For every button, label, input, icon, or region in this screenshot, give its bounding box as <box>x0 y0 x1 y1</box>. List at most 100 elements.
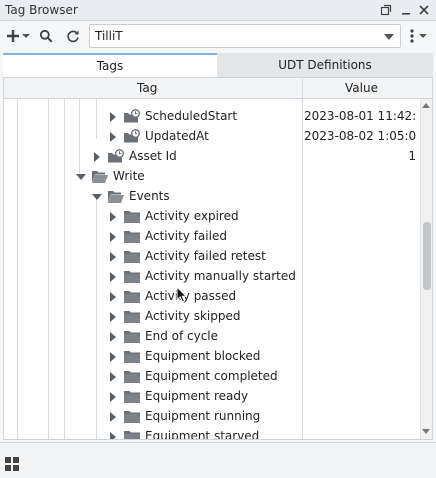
folder-icon <box>124 291 140 303</box>
folder-label: Equipment starved <box>145 429 260 439</box>
collapse-arrow-icon[interactable] <box>76 174 86 180</box>
folder-label: End of cycle <box>145 329 219 343</box>
tag-value: 2023-08-01 11:42:... <box>304 109 416 123</box>
folder-label: Activity failed <box>145 229 227 243</box>
tag-label: Asset Id <box>129 149 177 163</box>
chevron-down-icon[interactable] <box>21 26 31 46</box>
table-row[interactable]: Activity expired <box>4 207 419 227</box>
table-row[interactable]: Activity manually started <box>4 267 419 287</box>
folder-icon <box>124 311 140 323</box>
vertical-scrollbar[interactable] <box>420 99 432 439</box>
folder-label: Activity failed retest <box>145 249 266 263</box>
expand-arrow-icon[interactable] <box>110 132 116 142</box>
table-row[interactable]: Write <box>4 167 419 187</box>
expand-arrow-icon[interactable] <box>110 412 116 422</box>
vertical-dots-icon[interactable] <box>405 26 419 46</box>
folder-icon <box>124 351 140 363</box>
table-row[interactable]: Equipment completed <box>4 367 419 387</box>
scroll-down-icon[interactable] <box>422 429 430 434</box>
expand-arrow-icon[interactable] <box>110 432 116 439</box>
expand-arrow-icon[interactable] <box>110 372 116 382</box>
tag-provider-select[interactable]: TilliT <box>89 24 401 48</box>
column-header-value[interactable]: Value <box>345 81 378 95</box>
table-row[interactable]: Equipment blocked <box>4 347 419 367</box>
search-icon[interactable] <box>37 26 55 46</box>
close-icon[interactable] <box>416 2 432 18</box>
expand-arrow-icon[interactable] <box>110 112 116 122</box>
folder-label: Activity passed <box>145 289 237 303</box>
expand-arrow-icon[interactable] <box>110 272 116 282</box>
udt-instance-icon <box>124 129 140 143</box>
folder-label: Equipment blocked <box>145 349 261 363</box>
folder-label: Activity skipped <box>145 309 241 323</box>
folder-open-icon <box>108 191 124 203</box>
folder-icon <box>124 391 140 403</box>
table-row[interactable]: Activity failed retest <box>4 247 419 267</box>
folder-label: Events <box>129 189 170 203</box>
udt-instance-icon <box>108 149 124 163</box>
tag-value: 2023-08-02 1:05:0... <box>304 129 416 143</box>
tab-udt-definitions[interactable]: UDT Definitions <box>217 53 433 77</box>
window-title: Tag Browser <box>5 3 78 17</box>
tag-label: ScheduledStart <box>145 109 238 123</box>
expand-arrow-icon[interactable] <box>110 292 116 302</box>
folder-icon <box>124 271 140 283</box>
table-row[interactable]: Asset Id 1 <box>4 147 419 167</box>
restore-window-icon[interactable] <box>378 2 394 18</box>
table-row[interactable]: Equipment running <box>4 407 419 427</box>
folder-icon <box>124 431 140 439</box>
folder-label: Equipment ready <box>145 389 249 403</box>
grid-layout-icon[interactable] <box>5 457 19 471</box>
refresh-icon[interactable] <box>64 26 82 46</box>
status-bar <box>0 442 436 478</box>
folder-label: Activity manually started <box>145 269 296 283</box>
folder-icon <box>124 251 140 263</box>
tab-strip: Tags UDT Definitions <box>0 53 436 77</box>
folder-label: Equipment completed <box>145 369 278 383</box>
table-row[interactable]: UpdatedAt 2023-08-02 1:05:0... <box>4 127 419 147</box>
scroll-up-icon[interactable] <box>422 103 430 108</box>
tag-label: UpdatedAt <box>145 129 209 143</box>
table-row[interactable]: Events <box>4 187 419 207</box>
folder-icon <box>124 331 140 343</box>
expand-arrow-icon[interactable] <box>110 252 116 262</box>
collapse-arrow-icon[interactable] <box>92 194 102 200</box>
tag-browser-window: Tag Browser TilliT Tags UDT Definitions … <box>0 0 436 478</box>
expand-arrow-icon[interactable] <box>94 152 100 162</box>
title-bar: Tag Browser <box>0 0 436 21</box>
column-header-tag[interactable]: Tag <box>137 81 157 95</box>
scrollbar-thumb[interactable] <box>423 222 431 290</box>
expand-arrow-icon[interactable] <box>110 392 116 402</box>
expand-arrow-icon[interactable] <box>110 332 116 342</box>
folder-label: Write <box>113 169 145 183</box>
table-row[interactable]: Activity failed <box>4 227 419 247</box>
table-row[interactable]: ScheduledStart 2023-08-01 11:42:... <box>4 107 419 127</box>
expand-arrow-icon[interactable] <box>110 232 116 242</box>
expand-arrow-icon[interactable] <box>110 312 116 322</box>
tab-tags[interactable]: Tags <box>3 53 217 77</box>
expand-arrow-icon[interactable] <box>110 212 116 222</box>
table-row[interactable]: Equipment ready <box>4 387 419 407</box>
folder-label: Equipment running <box>145 409 261 423</box>
provider-value: TilliT <box>95 29 123 43</box>
folder-icon <box>124 211 140 223</box>
provider-dropdown-icon[interactable] <box>384 34 394 40</box>
tag-table: Tag Value ScheduledStart 2023-08-01 11:4… <box>3 77 433 440</box>
table-row[interactable]: Equipment starved <box>4 427 419 439</box>
folder-open-icon <box>92 171 108 183</box>
table-row[interactable]: Activity skipped <box>4 307 419 327</box>
udt-instance-icon <box>124 109 140 123</box>
folder-icon <box>124 231 140 243</box>
minimize-icon[interactable] <box>398 2 414 18</box>
folder-icon <box>124 411 140 423</box>
expand-arrow-icon[interactable] <box>110 352 116 362</box>
plus-icon[interactable] <box>5 26 21 46</box>
tag-value: 1 <box>408 149 416 163</box>
table-header: Tag Value <box>4 78 432 99</box>
table-row[interactable]: End of cycle <box>4 327 419 347</box>
more-dropdown-icon[interactable] <box>418 26 428 46</box>
table-row[interactable]: Activity passed <box>4 287 419 307</box>
folder-icon <box>124 371 140 383</box>
mouse-cursor-icon <box>176 286 188 303</box>
folder-label: Activity expired <box>145 209 239 223</box>
